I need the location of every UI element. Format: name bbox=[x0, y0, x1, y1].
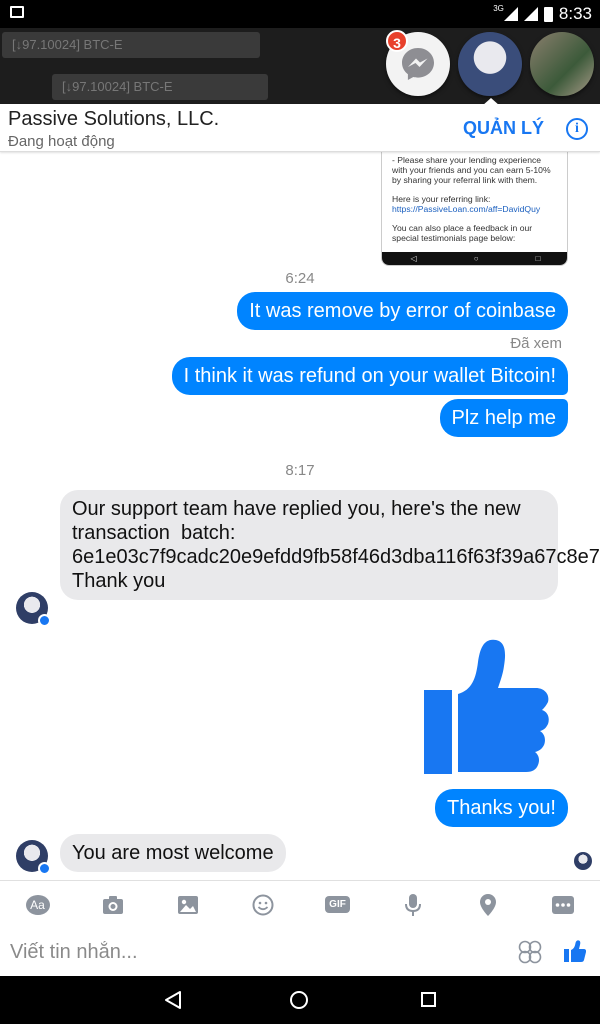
chat-head-pointer bbox=[482, 98, 500, 106]
shared-image-text-3: You can also place a feedback in our spe… bbox=[392, 223, 533, 243]
status-icons: 3G 8:33 bbox=[493, 4, 592, 24]
shared-image-text-1: - Please share your lending experience w… bbox=[392, 155, 551, 185]
shared-image-link: https://PassiveLoan.com/aff=DavidQuy bbox=[392, 204, 541, 214]
incoming-message[interactable]: Our support team have replied you, here'… bbox=[60, 490, 600, 600]
image-notification-icon bbox=[10, 6, 24, 18]
more-button[interactable] bbox=[551, 893, 575, 917]
shared-image-recent-icon: □ bbox=[535, 254, 541, 263]
clock: 8:33 bbox=[558, 4, 592, 23]
timestamp: 6:24 bbox=[285, 270, 315, 287]
messenger-badge-icon bbox=[38, 614, 51, 627]
message-list[interactable]: - Please share your lending experience w… bbox=[0, 152, 600, 880]
outgoing-message[interactable]: It was remove by error of coinbase bbox=[237, 292, 568, 330]
status-bar: 3G 8:33 bbox=[0, 0, 600, 28]
network-type: 3G bbox=[493, 4, 504, 13]
gif-icon: GIF bbox=[325, 896, 350, 913]
location-button[interactable] bbox=[476, 893, 500, 917]
gallery-icon bbox=[177, 895, 198, 914]
active-status: Đang hoạt động bbox=[8, 133, 115, 150]
recent-apps-icon[interactable] bbox=[421, 992, 436, 1007]
system-nav-bar bbox=[0, 976, 600, 1024]
back-icon[interactable] bbox=[164, 990, 182, 1010]
shared-image-navbar: ◁ ○ □ bbox=[382, 252, 567, 265]
voice-button[interactable] bbox=[401, 893, 425, 917]
incoming-message[interactable]: You are most welcome bbox=[60, 834, 286, 872]
microphone-icon bbox=[404, 893, 421, 916]
send-like-icon[interactable] bbox=[564, 940, 586, 962]
contact-name: Passive Solutions, LLC. bbox=[8, 108, 220, 130]
unread-badge: 3 bbox=[386, 30, 408, 52]
chat-head-avatar-2[interactable] bbox=[530, 32, 594, 96]
gallery-button[interactable] bbox=[176, 893, 200, 917]
camera-icon bbox=[102, 895, 123, 914]
shared-image-text-2: Here is your referring link: bbox=[392, 194, 491, 204]
text-format-icon: Aa bbox=[25, 894, 50, 915]
shared-image-message[interactable]: - Please share your lending experience w… bbox=[381, 152, 568, 266]
home-icon[interactable] bbox=[290, 991, 308, 1009]
thumbs-up-icon[interactable] bbox=[424, 638, 554, 776]
messenger-badge-icon bbox=[38, 862, 51, 875]
timestamp: 8:17 bbox=[285, 462, 315, 479]
conversation-header: Passive Solutions, LLC. Đang hoạt động Q… bbox=[0, 104, 600, 152]
signal-icon-2 bbox=[523, 7, 538, 21]
signal-icon bbox=[503, 7, 518, 21]
manage-button[interactable]: QUẢN LÝ bbox=[463, 118, 544, 139]
sender-avatar[interactable] bbox=[16, 840, 51, 875]
background-tab-2: [↓97.10024] BTC-E bbox=[52, 74, 268, 100]
seen-indicator: Đã xem bbox=[510, 335, 562, 352]
outgoing-message[interactable]: Thanks you! bbox=[435, 789, 568, 827]
read-receipt-avatar bbox=[574, 852, 592, 870]
emoji-icon bbox=[252, 894, 273, 915]
text-format-button[interactable]: Aa bbox=[25, 893, 50, 917]
messenger-icon bbox=[402, 48, 434, 80]
gif-button[interactable]: GIF bbox=[325, 893, 350, 917]
sticker-icon[interactable] bbox=[518, 940, 542, 964]
info-icon[interactable]: i bbox=[566, 118, 588, 140]
outgoing-message[interactable]: I think it was refund on your wallet Bit… bbox=[171, 357, 568, 395]
chat-head-avatar-active[interactable] bbox=[458, 32, 522, 96]
composer-toolbar: Aa GIF bbox=[0, 880, 600, 928]
background-tab: [↓97.10024] BTC-E bbox=[2, 32, 260, 58]
camera-button[interactable] bbox=[101, 893, 125, 917]
sender-avatar[interactable] bbox=[16, 592, 51, 627]
location-icon bbox=[479, 893, 496, 916]
shared-image-home-icon: ○ bbox=[473, 254, 479, 263]
message-input[interactable] bbox=[10, 938, 490, 966]
battery-icon bbox=[543, 6, 553, 22]
message-composer bbox=[0, 928, 600, 976]
more-icon bbox=[551, 895, 574, 914]
shared-image-back-icon: ◁ bbox=[410, 254, 417, 263]
outgoing-message[interactable]: Plz help me bbox=[439, 399, 568, 437]
emoji-button[interactable] bbox=[251, 893, 275, 917]
